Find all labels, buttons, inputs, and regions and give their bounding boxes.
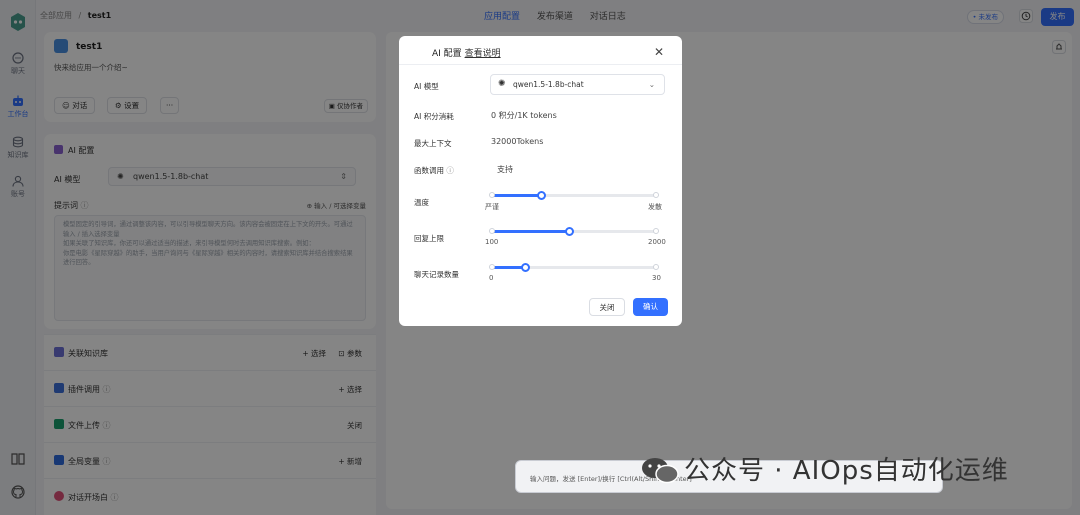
- temperature-max-label: 发散: [648, 203, 662, 211]
- slider-handle[interactable]: [537, 191, 547, 200]
- modal-title: AI 配置 查看说明: [432, 46, 501, 59]
- close-button[interactable]: 关闭: [589, 298, 625, 316]
- slider-min-dot: [489, 192, 495, 198]
- context-label: 最大上下文: [414, 139, 452, 148]
- temperature-min-label: 严谨: [485, 203, 499, 211]
- close-icon[interactable]: ✕: [654, 45, 664, 59]
- temperature-slider[interactable]: [489, 191, 659, 200]
- history-label: 聊天记录数量: [414, 270, 459, 279]
- history-slider[interactable]: [489, 263, 659, 272]
- slider-fill: [492, 266, 525, 269]
- slider-max-dot: [653, 264, 659, 270]
- openai-icon: ✺: [498, 79, 506, 89]
- modal-model-value: qwen1.5-1.8b-chat: [513, 80, 584, 89]
- slider-fill: [492, 230, 570, 233]
- history-max-label: 30: [652, 274, 661, 282]
- wechat-icon: [642, 458, 679, 484]
- context-value: 32000Tokens: [491, 137, 544, 146]
- temperature-label: 温度: [414, 198, 429, 207]
- function-label: 函数调用 ⓘ: [414, 165, 454, 176]
- help-icon[interactable]: ⓘ: [446, 166, 454, 175]
- slider-handle[interactable]: [520, 263, 530, 272]
- max-reply-slider[interactable]: [489, 227, 659, 236]
- cost-value: 0 积分/1K tokens: [491, 111, 557, 120]
- cost-label: AI 积分消耗: [414, 112, 454, 121]
- max-reply-label: 回复上限: [414, 234, 444, 243]
- max-reply-min-label: 100: [485, 238, 499, 246]
- modal-model-select[interactable]: ✺ qwen1.5-1.8b-chat ⌄: [490, 74, 665, 95]
- history-min-label: 0: [489, 274, 494, 282]
- slider-fill: [492, 194, 542, 197]
- watermark-label: 公众号 · AIOps自动化运维: [684, 456, 1009, 486]
- slider-min-dot: [489, 264, 495, 270]
- function-value: 支持: [497, 165, 513, 174]
- max-reply-max-label: 2000: [648, 238, 666, 246]
- slider-handle[interactable]: [565, 227, 575, 236]
- chevron-down-icon: ⌄: [648, 80, 655, 89]
- watermark-text: 公众号 · AIOps自动化运维: [640, 450, 1009, 487]
- doc-link[interactable]: 查看说明: [465, 49, 501, 59]
- confirm-button[interactable]: 确认: [633, 298, 668, 316]
- modal-divider: [399, 64, 682, 65]
- modal-title-text: AI 配置: [432, 49, 462, 59]
- slider-min-dot: [489, 228, 495, 234]
- slider-max-dot: [653, 192, 659, 198]
- ai-config-modal: AI 配置 查看说明 ✕ AI 模型 ✺ qwen1.5-1.8b-chat ⌄…: [399, 36, 682, 326]
- modal-model-label: AI 模型: [414, 82, 439, 91]
- function-label-text: 函数调用: [414, 166, 444, 175]
- slider-max-dot: [653, 228, 659, 234]
